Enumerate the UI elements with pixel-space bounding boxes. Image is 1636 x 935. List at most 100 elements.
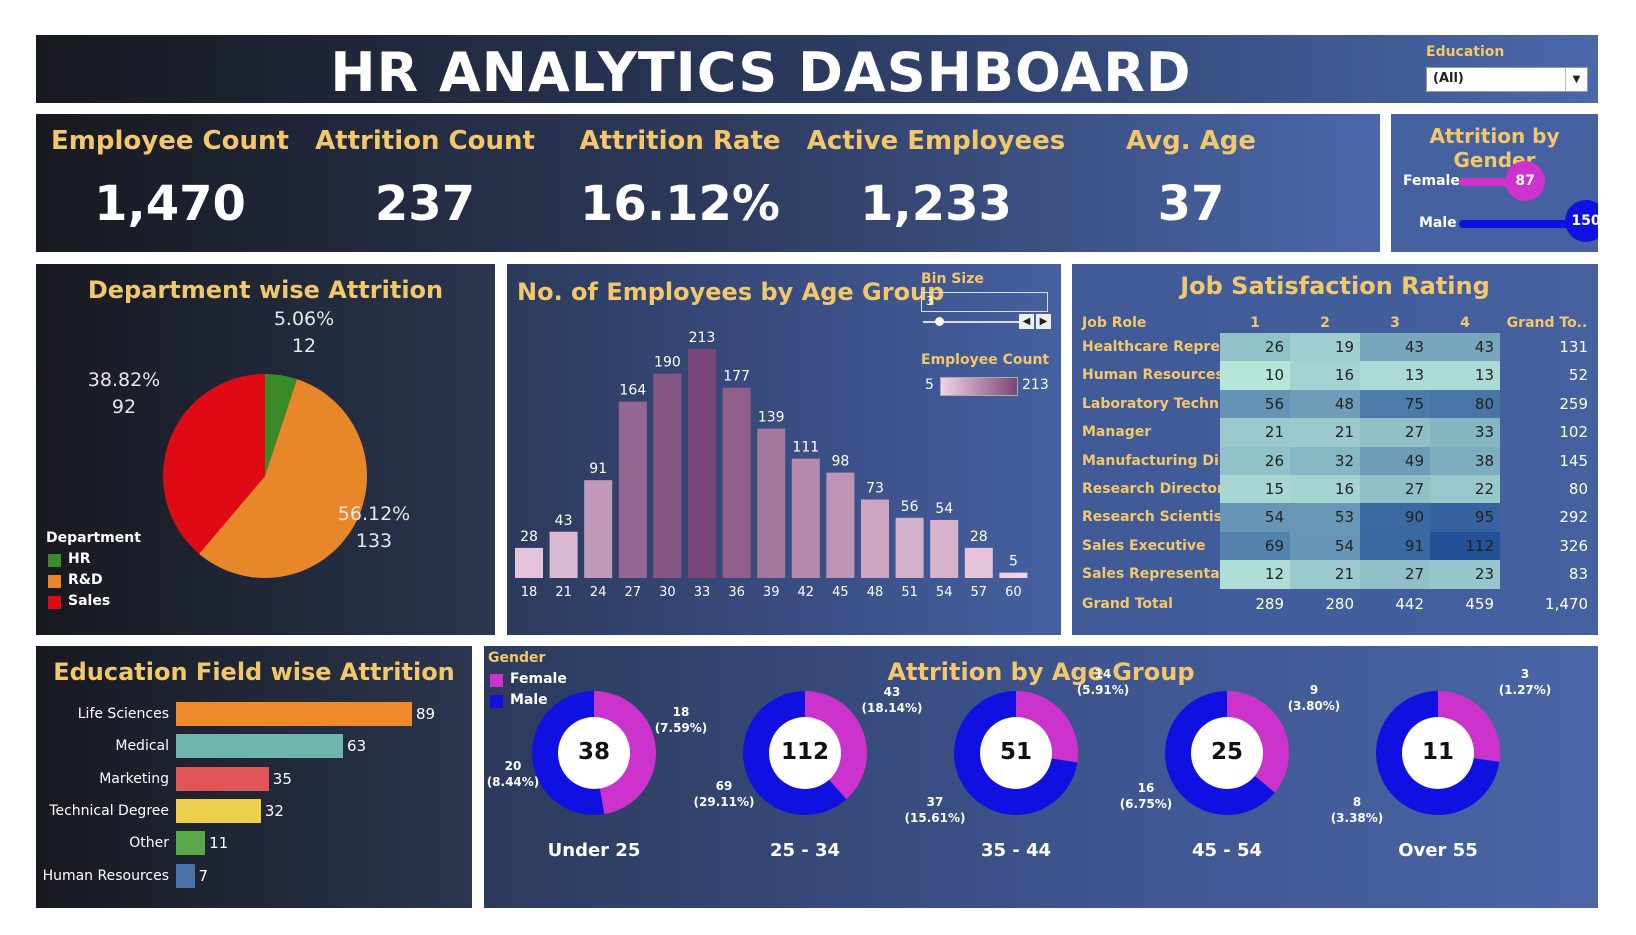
legend-item-rd[interactable]: R&D — [48, 572, 103, 588]
overall-grand-total: 1,470 — [1545, 594, 1588, 613]
table-cell[interactable]: 48 — [1290, 389, 1360, 419]
histogram-bar[interactable] — [549, 531, 578, 578]
table-cell[interactable]: 23 — [1430, 560, 1500, 590]
pie-label-rd-pct: 56.12% — [337, 503, 411, 525]
histogram-bar[interactable] — [964, 547, 993, 578]
table-cell[interactable]: 95 — [1430, 503, 1500, 533]
histogram-tick-label: 45 — [832, 585, 849, 600]
histogram-bar[interactable] — [999, 572, 1028, 578]
histogram-bar[interactable] — [688, 349, 716, 578]
table-cell[interactable]: 21 — [1290, 418, 1360, 448]
histogram-tick-label: 27 — [625, 585, 642, 600]
table-row-label[interactable]: Sales Executive — [1082, 532, 1206, 561]
table-cell[interactable]: 75 — [1360, 389, 1430, 419]
histogram-bar[interactable] — [826, 472, 855, 578]
table-row-label[interactable]: Manufacturing Dir.. — [1082, 447, 1234, 476]
histogram-bar[interactable] — [722, 387, 751, 578]
table-cell[interactable]: 80 — [1430, 389, 1500, 419]
table-row-label[interactable]: Research Director — [1082, 475, 1224, 504]
table-cell[interactable]: 21 — [1290, 560, 1360, 590]
female-count: 9 — [1309, 683, 1319, 697]
table-cell[interactable]: 49 — [1360, 446, 1430, 476]
table-cell[interactable]: 43 — [1360, 333, 1430, 362]
male-value-dot[interactable]: 150 — [1565, 200, 1598, 242]
table-cell[interactable]: 16 — [1290, 361, 1360, 391]
table-cell[interactable]: 12 — [1220, 560, 1290, 590]
kpi-avg-age: Avg. Age 37 — [1057, 114, 1325, 232]
table-cell[interactable]: 26 — [1220, 333, 1290, 362]
legend-swatch — [48, 575, 61, 588]
histogram-tick-label: 60 — [1005, 585, 1022, 600]
histogram-bar[interactable] — [791, 458, 820, 578]
table-cell[interactable]: 16 — [1290, 475, 1360, 504]
table-cell[interactable]: 27 — [1360, 418, 1430, 448]
table-cell[interactable]: 56 — [1220, 389, 1290, 419]
education-field-bar[interactable] — [176, 702, 412, 726]
histogram-data-label: 164 — [619, 383, 646, 399]
female-pct: (1.27%) — [1498, 683, 1552, 697]
histogram-bar[interactable] — [861, 499, 889, 578]
table-cell[interactable]: 27 — [1360, 560, 1430, 590]
histogram-data-label: 43 — [555, 513, 573, 529]
table-cell[interactable]: 22 — [1430, 475, 1500, 504]
legend-label: R&D — [68, 572, 103, 588]
histogram-bar[interactable] — [515, 547, 543, 578]
female-value-dot[interactable]: 87 — [1505, 161, 1546, 201]
female-pct: (7.59%) — [654, 721, 708, 735]
table-cell[interactable]: 33 — [1430, 418, 1500, 448]
table-cell[interactable]: 38 — [1430, 446, 1500, 476]
age-histogram-chart[interactable]: 28 18 43 21 91 24 164 27 190 30 213 33 177 36 139 39 111… — [507, 264, 1061, 635]
education-field-bar[interactable] — [176, 766, 269, 791]
table-row-label[interactable]: Sales Representati.. — [1082, 560, 1242, 589]
histogram-bar[interactable] — [653, 373, 682, 578]
age-attrition-title: Attrition by Age Group — [887, 658, 1195, 686]
education-field-bar[interactable] — [176, 831, 206, 856]
histogram-bar[interactable] — [584, 480, 613, 578]
table-cell[interactable]: 19 — [1290, 333, 1360, 362]
table-cell[interactable]: 43 — [1430, 333, 1500, 362]
gender-panel-title: Attrition by Gender — [1429, 124, 1560, 172]
male-label: Male — [1419, 215, 1457, 231]
male-pct: (15.61%) — [904, 811, 966, 825]
table-cell[interactable]: 54 — [1290, 531, 1360, 561]
pie-label-sales-count: 92 — [111, 396, 137, 418]
table-cell[interactable]: 27 — [1360, 475, 1430, 504]
table-row-label[interactable]: Manager — [1082, 418, 1151, 447]
education-field-bar[interactable] — [176, 734, 344, 759]
education-field-bar[interactable] — [176, 863, 195, 888]
table-cell[interactable]: 32 — [1290, 446, 1360, 476]
table-row-label[interactable]: Laboratory Techni.. — [1082, 390, 1234, 419]
bar-category-label: Other — [129, 835, 169, 852]
donut-age-group-label: 35 - 44 — [980, 840, 1052, 861]
histogram-bar[interactable] — [618, 401, 647, 578]
education-filter-dropdown[interactable]: (All) ▼ — [1426, 67, 1588, 92]
histogram-bar[interactable] — [930, 519, 959, 578]
table-cell[interactable]: 53 — [1290, 503, 1360, 533]
table-cell[interactable]: 10 — [1220, 361, 1290, 391]
table-cell[interactable]: 21 — [1220, 418, 1290, 448]
table-cell[interactable]: 13 — [1360, 361, 1430, 391]
education-field-bar[interactable] — [176, 798, 261, 823]
column-grand-total: 442 — [1395, 594, 1424, 613]
table-cell[interactable]: 13 — [1430, 361, 1500, 391]
table-cell[interactable]: 15 — [1220, 475, 1290, 504]
table-cell[interactable]: 69 — [1220, 531, 1290, 561]
table-cell[interactable]: 90 — [1360, 503, 1430, 533]
column-header: Grand To.. — [1506, 315, 1588, 331]
table-cell[interactable]: 91 — [1360, 531, 1430, 561]
table-row-label[interactable]: Human Resources — [1082, 361, 1224, 390]
table-cell[interactable]: 26 — [1220, 446, 1290, 476]
pie-label-hr-count: 12 — [291, 335, 317, 357]
legend-item-hr[interactable]: HR — [48, 551, 91, 567]
table-cell[interactable]: 112 — [1430, 531, 1500, 561]
table-row-label[interactable]: Healthcare Repres.. — [1082, 333, 1239, 362]
table-cell[interactable]: 54 — [1220, 503, 1290, 533]
histogram-bar[interactable] — [757, 428, 786, 578]
job-satisfaction-title: Job Satisfaction Rating — [1180, 272, 1490, 300]
histogram-bar[interactable] — [895, 517, 924, 578]
histogram-data-label: 98 — [831, 454, 849, 470]
table-row-label[interactable]: Research Scientist — [1082, 503, 1229, 532]
male-pct: (3.38%) — [1330, 811, 1384, 825]
chevron-down-icon[interactable]: ▼ — [1565, 68, 1587, 91]
legend-item-sales[interactable]: Sales — [48, 593, 110, 609]
